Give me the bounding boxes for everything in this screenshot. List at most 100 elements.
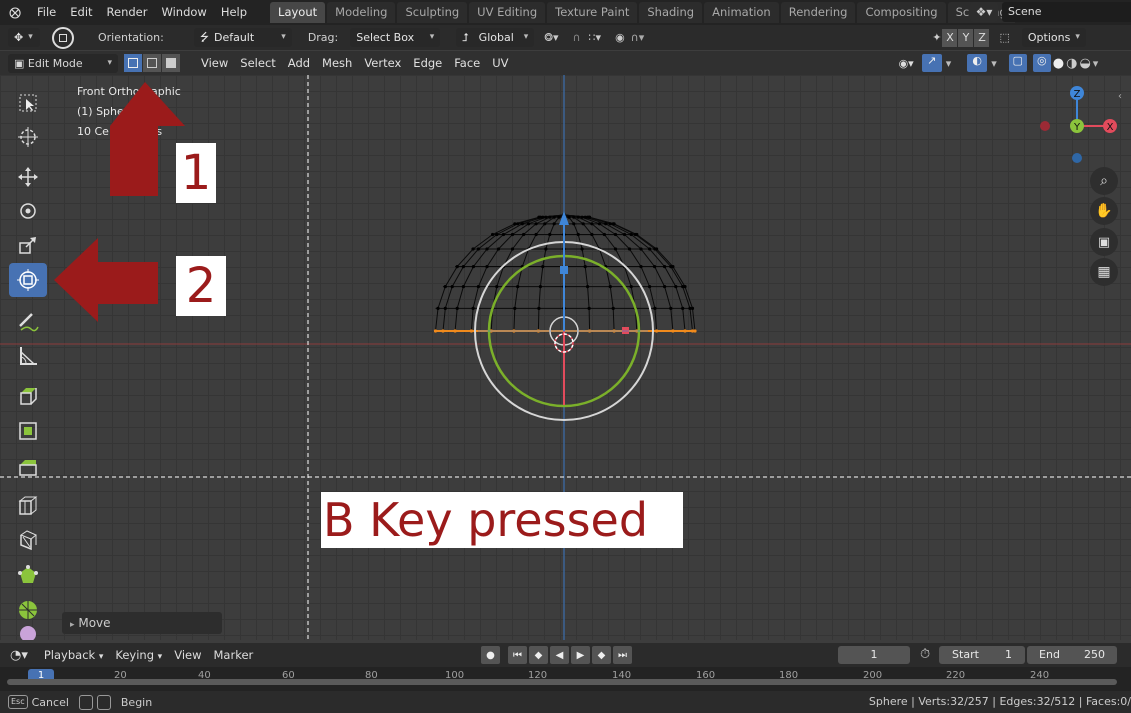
end-frame-field[interactable]: End 250 (1027, 646, 1117, 664)
extrude-region-tool[interactable] (9, 379, 47, 413)
orientation-dropdown[interactable]: ⭍ Default ▾ (193, 28, 292, 47)
menu-edit[interactable]: Edit (63, 0, 99, 25)
tab-rendering[interactable]: Rendering (780, 2, 856, 23)
menu-keying[interactable]: Keying ▾ (109, 648, 168, 662)
tab-layout[interactable]: Layout (270, 2, 326, 23)
tab-sculpting[interactable]: Sculpting (397, 2, 468, 23)
camera-view-icon[interactable]: ▣ (1090, 228, 1118, 256)
select-box-tool[interactable] (9, 86, 47, 120)
mesh-vertex (602, 232, 607, 237)
current-frame-field[interactable]: 1 (838, 646, 910, 664)
poly-build-tool[interactable] (9, 558, 47, 592)
menu-timeline-view[interactable]: View (168, 648, 207, 662)
menu-playback[interactable]: Playback ▾ (38, 648, 110, 662)
transform-orientation-dropdown[interactable]: ⮥ Global ▾ (456, 28, 535, 47)
edge-select-button[interactable] (143, 54, 161, 72)
options-dropdown[interactable]: Options ▾ (1021, 28, 1086, 47)
next-keyframe-icon[interactable]: ◆ (592, 646, 611, 664)
pan-hand-icon[interactable]: ✋ (1090, 197, 1118, 225)
pivot-point-icon[interactable]: ⭗▾ (544, 31, 558, 45)
menu-mesh[interactable]: Mesh (316, 56, 358, 70)
scene-selector[interactable]: ❖▾ Scene (970, 1, 1131, 23)
play-reverse-icon[interactable]: ◀ (550, 646, 569, 664)
proportional-edit-icon[interactable]: ◉ (615, 31, 625, 44)
menu-vertex[interactable]: Vertex (358, 56, 407, 70)
mirror-z-toggle[interactable]: Z (974, 28, 990, 47)
record-icon[interactable]: ● (481, 646, 500, 664)
zoom-icon[interactable]: ⌕ (1090, 167, 1118, 195)
smooth-tool[interactable] (9, 624, 47, 640)
jump-start-icon[interactable]: ⏮ (508, 646, 527, 664)
start-frame-field[interactable]: Start 1 (939, 646, 1025, 664)
navigation-gizmo[interactable]: Z Y X (1030, 83, 1125, 163)
knife-tool[interactable] (9, 523, 47, 557)
menu-select[interactable]: Select (234, 56, 281, 70)
chevron-down-icon[interactable]: ▾ (1093, 57, 1099, 70)
stopwatch-icon[interactable]: ⏱ (920, 647, 930, 662)
menu-window[interactable]: Window (154, 0, 213, 25)
menu-file[interactable]: File (30, 0, 63, 25)
mesh-meridian-edge (563, 214, 686, 332)
transform-tool[interactable] (9, 263, 47, 297)
menu-marker[interactable]: Marker (208, 648, 260, 662)
material-shading-icon[interactable]: ◑ (1066, 56, 1077, 71)
play-icon[interactable]: ▶ (571, 646, 590, 664)
move-tool[interactable] (9, 160, 47, 194)
menu-face[interactable]: Face (448, 56, 486, 70)
menu-view[interactable]: View (195, 56, 234, 70)
timeline-scrollbar[interactable] (7, 679, 1117, 685)
scene-icon[interactable]: ❖▾ (970, 2, 998, 22)
chevron-down-icon[interactable]: ▾ (991, 57, 997, 70)
tab-shading[interactable]: Shading (639, 2, 703, 23)
jump-end-icon[interactable]: ⏭ (613, 646, 632, 664)
menu-help[interactable]: Help (214, 0, 254, 25)
tool-type-dropdown[interactable]: ✥ ▾ (8, 28, 40, 47)
blender-logo-icon[interactable]: ⭙ (0, 4, 30, 22)
mesh-vertex (608, 285, 612, 289)
tab-uv-editing[interactable]: UV Editing (469, 2, 546, 23)
menu-render[interactable]: Render (100, 0, 155, 25)
scale-tool[interactable] (9, 228, 47, 262)
sidebar-toggle-icon[interactable]: ‹ (1118, 91, 1122, 102)
tab-texture-paint[interactable]: Texture Paint (547, 2, 638, 23)
rotate-tool[interactable] (9, 194, 47, 228)
cursor-tool[interactable] (9, 120, 47, 154)
visibility-eye-icon[interactable]: ◉▾ (899, 57, 914, 70)
ortho-grid-icon[interactable]: ▦ (1090, 258, 1118, 286)
vertex-select-button[interactable] (124, 54, 142, 72)
tab-compositing[interactable]: Compositing (857, 2, 946, 23)
scene-name-field[interactable]: Scene (1002, 2, 1131, 22)
annotate-tool[interactable] (9, 305, 47, 339)
solid-shading-icon[interactable]: ● (1053, 56, 1064, 71)
wireframe-shading-icon[interactable]: ◎ (1032, 54, 1051, 72)
last-operation-panel[interactable]: ▸ Move (62, 612, 222, 634)
mirror-x-toggle[interactable]: X (942, 28, 958, 47)
menu-edge[interactable]: Edge (407, 56, 448, 70)
snap-element-icon[interactable]: ∷▾ (589, 31, 602, 44)
gizmo-toggle-icon[interactable]: ↗ (921, 54, 942, 72)
end-label: End (1039, 648, 1060, 661)
tab-animation[interactable]: Animation (704, 2, 779, 23)
editor-type-icon[interactable]: ◔▾ (10, 648, 28, 663)
mirror-y-toggle[interactable]: Y (958, 28, 974, 47)
prev-keyframe-icon[interactable]: ◆ (529, 646, 548, 664)
spin-tool[interactable] (9, 593, 47, 627)
inset-faces-tool[interactable] (9, 414, 47, 448)
loop-cut-tool[interactable] (9, 488, 47, 522)
active-tool-icon[interactable] (52, 26, 74, 49)
bevel-tool[interactable] (9, 449, 47, 483)
face-select-button[interactable] (162, 54, 180, 72)
rendered-shading-icon[interactable]: ◒ (1079, 56, 1090, 71)
falloff-icon[interactable]: ∩▾ (631, 31, 645, 44)
menu-uv[interactable]: UV (486, 56, 514, 70)
auto-merge-icon[interactable]: ⬚ (999, 31, 1009, 44)
drag-dropdown[interactable]: Select Box ▾ (350, 28, 441, 47)
xray-toggle-icon[interactable]: ▢ (1008, 54, 1027, 72)
menu-add[interactable]: Add (282, 56, 316, 70)
tab-modeling[interactable]: Modeling (327, 2, 396, 23)
chevron-down-icon[interactable]: ▾ (946, 57, 952, 70)
overlays-toggle-icon[interactable]: ◐ (967, 54, 988, 72)
mode-dropdown[interactable]: ▣ Edit Mode ▾ (8, 53, 118, 73)
measure-tool[interactable] (9, 339, 47, 373)
snap-icon[interactable]: ∩ (572, 31, 580, 44)
